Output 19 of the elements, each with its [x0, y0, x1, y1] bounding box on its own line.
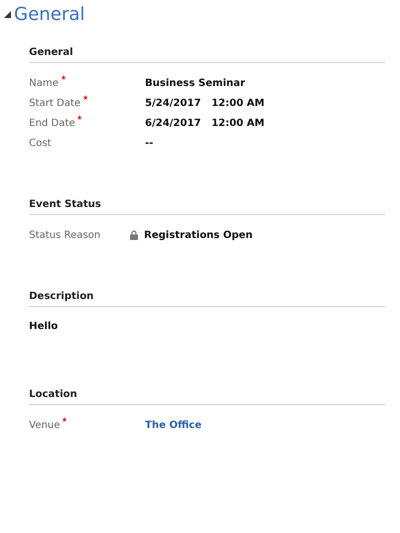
section-heading: Description: [29, 289, 385, 307]
field-label: End Date: [29, 116, 76, 130]
lock-icon: [130, 230, 138, 240]
field-label: Cost: [29, 136, 52, 150]
field-value: --: [144, 136, 154, 150]
description-text: Hello: [29, 321, 58, 332]
section-heading: Event Status: [29, 197, 385, 215]
section-heading: Location: [29, 387, 385, 405]
field-value: 6/24/2017 12:00 AM: [144, 116, 264, 130]
section-heading: General: [29, 45, 385, 63]
field-label: Status Reason: [29, 228, 100, 242]
field-value: Business Seminar: [144, 76, 246, 90]
venue-link[interactable]: The Office: [130, 418, 202, 432]
field-label: Venue: [29, 418, 60, 432]
field-value: Registrations Open: [144, 228, 253, 242]
section-title[interactable]: General: [14, 6, 85, 24]
field-label: Name: [29, 76, 59, 90]
field-label: Start Date: [29, 96, 81, 110]
field-value: 5/24/2017 12:00 AM: [144, 96, 264, 110]
